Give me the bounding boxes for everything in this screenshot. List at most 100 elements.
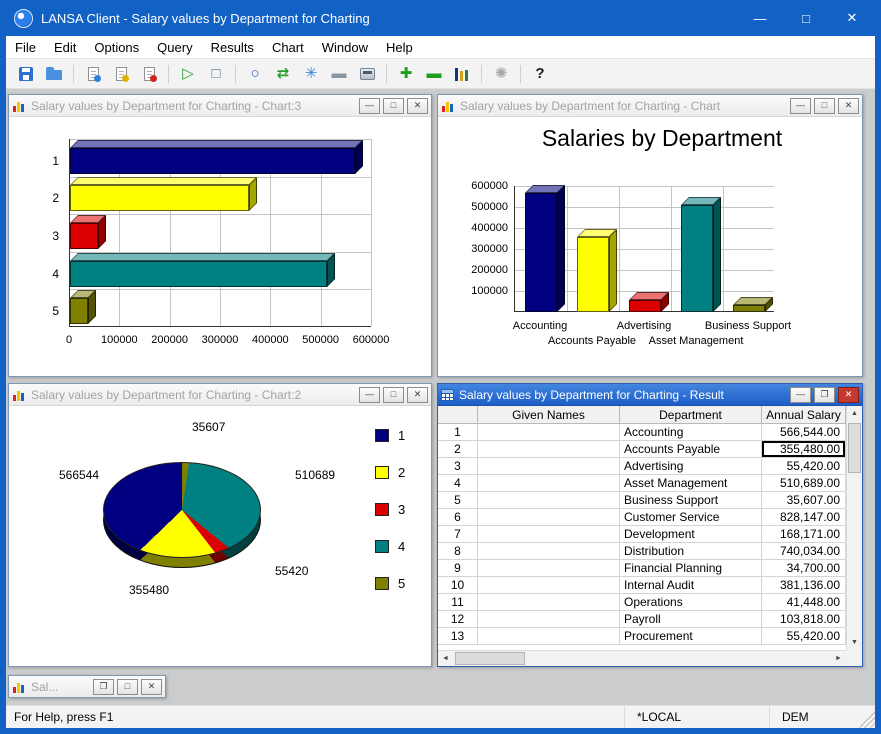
table-cell[interactable]: 168,171.00 (762, 526, 846, 543)
table-cell[interactable]: 740,034.00 (762, 543, 846, 560)
chart3-minimize-button[interactable]: — (359, 98, 380, 114)
table-cell[interactable]: Procurement (620, 628, 762, 645)
chart2-close-button[interactable]: ✕ (407, 387, 428, 403)
table-row[interactable]: 12 Payroll103,818.00 (438, 611, 846, 628)
new-query-document-button[interactable] (80, 62, 106, 86)
stop-button[interactable]: □ (203, 62, 229, 86)
minimized-restore-button[interactable]: ❐ (93, 679, 114, 695)
row-number-cell[interactable]: 1 (438, 424, 478, 441)
table-cell[interactable]: Asset Management (620, 475, 762, 492)
table-cell[interactable] (478, 475, 620, 492)
row-number-cell[interactable]: 3 (438, 458, 478, 475)
result-minimize-button[interactable]: — (790, 387, 811, 403)
snowflake-button[interactable]: ✳ (298, 62, 324, 86)
play-button[interactable]: ▷ (175, 62, 201, 86)
chart1-minimize-button[interactable]: — (790, 98, 811, 114)
scroll-up-button[interactable]: ▲ (847, 406, 862, 421)
menu-item-help[interactable]: Help (377, 36, 422, 59)
table-row[interactable]: 13Procurement55,420.00 (438, 628, 846, 645)
result-titlebar[interactable]: Salary values by Department for Charting… (438, 384, 862, 406)
column-header-department[interactable]: Department (620, 406, 762, 424)
table-row[interactable]: 7Development168,171.00 (438, 526, 846, 543)
table-row[interactable]: 1 Accounting566,544.00 (438, 424, 846, 441)
row-number-cell[interactable]: 11 (438, 594, 478, 611)
menu-item-window[interactable]: Window (313, 36, 377, 59)
help-button[interactable]: ? (527, 62, 553, 86)
table-cell[interactable]: Accounts Payable (620, 441, 762, 458)
chart3-maximize-button[interactable]: □ (383, 98, 404, 114)
table-row[interactable]: 11 Operations41,448.00 (438, 594, 846, 611)
table-cell[interactable]: 103,818.00 (762, 611, 846, 628)
vertical-scroll-thumb[interactable] (848, 423, 861, 473)
table-row[interactable]: 4Asset Management510,689.00 (438, 475, 846, 492)
row-number-cell[interactable]: 4 (438, 475, 478, 492)
table-cell[interactable]: 55,420.00 (762, 458, 846, 475)
table-cell[interactable]: 381,136.00 (762, 577, 846, 594)
scroll-right-button[interactable]: ► (831, 651, 846, 666)
menu-item-results[interactable]: Results (202, 36, 263, 59)
row-number-cell[interactable]: 9 (438, 560, 478, 577)
chart1-close-button[interactable]: ✕ (838, 98, 859, 114)
chart3-titlebar[interactable]: Salary values by Department for Charting… (9, 95, 431, 117)
menu-item-query[interactable]: Query (148, 36, 201, 59)
table-cell[interactable] (478, 594, 620, 611)
column-header-given-names[interactable]: Given Names (478, 406, 620, 424)
table-cell[interactable]: Operations (620, 594, 762, 611)
table-row[interactable]: 5 Business Support35,607.00 (438, 492, 846, 509)
table-cell[interactable] (478, 543, 620, 560)
table-cell[interactable] (478, 577, 620, 594)
table-cell[interactable]: 35,607.00 (762, 492, 846, 509)
table-cell[interactable]: 566,544.00 (762, 424, 846, 441)
menu-item-chart[interactable]: Chart (263, 36, 313, 59)
table-cell[interactable] (478, 441, 620, 458)
table-cell[interactable] (478, 509, 620, 526)
chart-books-button[interactable] (449, 62, 475, 86)
table-cell[interactable] (478, 424, 620, 441)
minimized-maximize-button[interactable]: □ (117, 679, 138, 695)
row-number-cell[interactable]: 8 (438, 543, 478, 560)
title-bar[interactable]: LANSA Client - Salary values by Departme… (6, 0, 875, 36)
row-number-cell[interactable]: 13 (438, 628, 478, 645)
table-cell[interactable]: Advertising (620, 458, 762, 475)
table-cell[interactable]: Financial Planning (620, 560, 762, 577)
menu-item-edit[interactable]: Edit (45, 36, 85, 59)
resize-grip-icon[interactable] (859, 706, 875, 728)
chart3-close-button[interactable]: ✕ (407, 98, 428, 114)
table-cell[interactable] (478, 611, 620, 628)
remove-button[interactable]: ▬ (421, 62, 447, 86)
gears-button[interactable]: ✺ (488, 62, 514, 86)
table-row[interactable]: 9 Financial Planning34,700.00 (438, 560, 846, 577)
collapse-bar-button[interactable]: ▬ (326, 62, 352, 86)
result-restore-button[interactable]: ❐ (814, 387, 835, 403)
row-number-cell[interactable]: 12 (438, 611, 478, 628)
table-cell[interactable] (478, 492, 620, 509)
chart2-minimize-button[interactable]: — (359, 387, 380, 403)
table-row[interactable]: 2 Accounts Payable355,480.00 (438, 441, 846, 458)
chart1-maximize-button[interactable]: □ (814, 98, 835, 114)
row-number-cell[interactable]: 5 (438, 492, 478, 509)
table-cell[interactable]: Payroll (620, 611, 762, 628)
run-query-document-button[interactable] (136, 62, 162, 86)
table-cell[interactable] (478, 526, 620, 543)
scroll-down-button[interactable]: ▼ (847, 635, 862, 650)
server-button[interactable] (354, 62, 380, 86)
minimized-window-titlebar[interactable]: Sal... ❐ □ ✕ (9, 676, 165, 697)
row-number-cell[interactable]: 2 (438, 441, 478, 458)
chart2-maximize-button[interactable]: □ (383, 387, 404, 403)
table-cell[interactable]: Accounting (620, 424, 762, 441)
record-circle-button[interactable]: ○ (242, 62, 268, 86)
result-close-button[interactable]: ✕ (838, 387, 859, 403)
row-number-cell[interactable]: 7 (438, 526, 478, 543)
table-cell[interactable]: 34,700.00 (762, 560, 846, 577)
table-cell[interactable]: 355,480.00 (762, 441, 846, 458)
close-button[interactable]: ✕ (829, 0, 875, 36)
table-cell[interactable]: 41,448.00 (762, 594, 846, 611)
chart1-titlebar[interactable]: Salary values by Department for Charting… (438, 95, 862, 117)
table-cell[interactable]: Customer Service (620, 509, 762, 526)
add-button[interactable]: ✚ (393, 62, 419, 86)
table-cell[interactable]: Business Support (620, 492, 762, 509)
menu-item-options[interactable]: Options (85, 36, 148, 59)
open-button[interactable] (41, 62, 67, 86)
table-row[interactable]: 8Distribution740,034.00 (438, 543, 846, 560)
vertical-scrollbar[interactable]: ▲ ▼ (846, 406, 862, 650)
